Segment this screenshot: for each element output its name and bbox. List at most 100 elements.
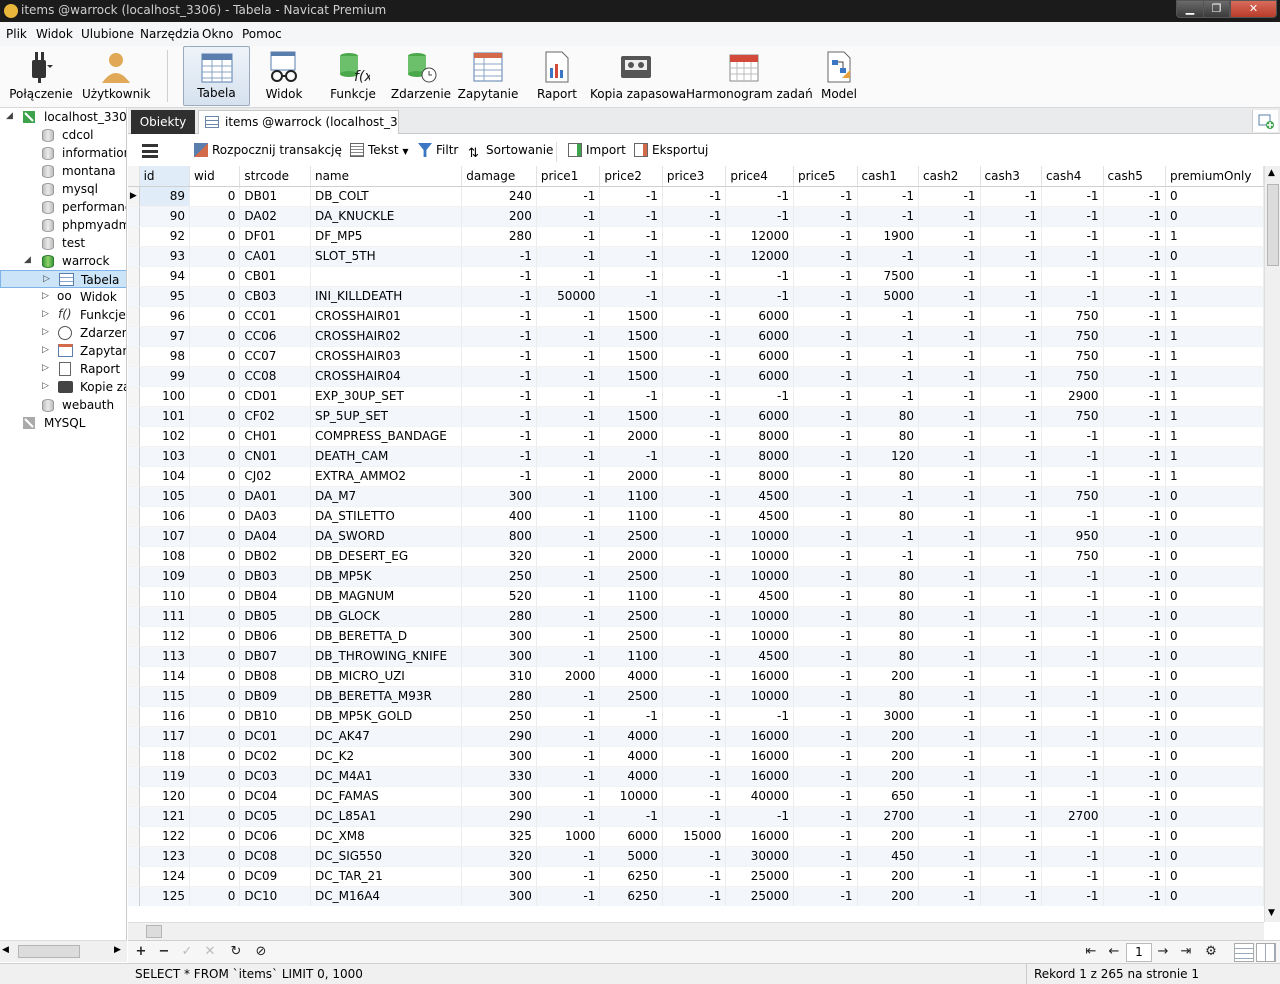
cell-cash1[interactable]: -1 — [857, 486, 919, 507]
cell-damage[interactable]: 300 — [461, 866, 537, 887]
cell-price4[interactable]: 10000 — [725, 526, 794, 547]
event-button[interactable]: Zdarzenie — [390, 46, 452, 106]
table-row[interactable]: 117 0 DC01 DC_AK47 290 -1 4000 -1 16000 -1 200 -1 -1… — [128, 726, 1264, 747]
tree-db-warrock[interactable]: ◢ warrock — [0, 252, 126, 270]
cell-price5[interactable]: -1 — [793, 766, 858, 787]
tree-db-mysql[interactable]: mysql — [0, 180, 126, 198]
cell-price5[interactable]: -1 — [793, 406, 858, 427]
cell-cash4[interactable]: -1 — [1041, 206, 1104, 227]
cell-cash3[interactable]: -1 — [980, 746, 1042, 767]
cell-id[interactable]: 116 — [139, 706, 190, 727]
cell-premiumOnly[interactable]: 0 — [1165, 886, 1264, 906]
column-header-name[interactable]: name — [310, 166, 463, 187]
cell-damage[interactable]: 310 — [461, 666, 537, 687]
cell-price3[interactable]: -1 — [662, 586, 727, 607]
cell-strcode[interactable]: DB06 — [239, 626, 311, 647]
cell-premiumOnly[interactable]: 0 — [1165, 186, 1264, 207]
cell-cash5[interactable]: -1 — [1103, 626, 1167, 647]
cell-cash3[interactable]: -1 — [980, 666, 1042, 687]
table-row[interactable]: 110 0 DB04 DB_MAGNUM 520 -1 1100 -1 4500 -1 80 -1 -1… — [128, 586, 1264, 607]
sort-button[interactable]: ⇅ Sortowanie — [468, 143, 553, 161]
grid-horizontal-scrollbar[interactable] — [128, 922, 1264, 940]
cell-strcode[interactable]: CC01 — [239, 306, 311, 327]
tree-queries[interactable]: ▷ Zapytani — [0, 342, 126, 360]
cell-price1[interactable]: 2000 — [536, 666, 601, 687]
table-row[interactable]: 118 0 DC02 DC_K2 300 -1 4000 -1 16000 -1 200 -1 -1 -1… — [128, 746, 1264, 767]
cell-strcode[interactable]: CC08 — [239, 366, 311, 387]
cell-cash2[interactable]: -1 — [918, 866, 981, 887]
cell-price2[interactable]: -1 — [599, 266, 663, 287]
cell-price4[interactable]: 4500 — [725, 486, 794, 507]
cell-damage[interactable]: -1 — [461, 466, 537, 487]
cell-price1[interactable]: -1 — [536, 646, 601, 667]
expand-arrow-icon[interactable]: ▷ — [42, 381, 49, 391]
cell-price2[interactable]: 2500 — [599, 566, 663, 587]
cell-price5[interactable]: -1 — [793, 466, 858, 487]
begin-transaction-button[interactable]: Rozpocznij transakcję — [194, 143, 342, 157]
cell-name[interactable]: CROSSHAIR03 — [310, 346, 463, 367]
cell-price4[interactable]: 8000 — [725, 446, 794, 467]
cell-price3[interactable]: -1 — [662, 366, 727, 387]
expand-arrow-icon[interactable]: ▷ — [42, 291, 49, 301]
cell-price3[interactable]: -1 — [662, 726, 727, 747]
cell-id[interactable]: 101 — [139, 406, 190, 427]
cell-damage[interactable]: 280 — [461, 606, 537, 627]
cell-wid[interactable]: 0 — [189, 706, 241, 727]
row-selector[interactable] — [128, 506, 140, 527]
cell-wid[interactable]: 0 — [189, 626, 241, 647]
cell-cash4[interactable]: -1 — [1041, 246, 1104, 267]
menu-view[interactable]: Widok — [36, 27, 73, 41]
cell-price3[interactable]: -1 — [662, 326, 727, 347]
cell-price1[interactable]: -1 — [536, 606, 601, 627]
cell-price3[interactable]: -1 — [662, 746, 727, 767]
cell-name[interactable]: DB_MP5K_GOLD — [310, 706, 463, 727]
cell-cash1[interactable]: 650 — [857, 786, 919, 807]
cell-cash2[interactable]: -1 — [918, 806, 981, 827]
cell-price5[interactable]: -1 — [793, 186, 858, 207]
cell-wid[interactable]: 0 — [189, 346, 241, 367]
cell-cash3[interactable]: -1 — [980, 726, 1042, 747]
cell-strcode[interactable]: DC09 — [239, 866, 311, 887]
cell-price1[interactable]: -1 — [536, 726, 601, 747]
cell-cash4[interactable]: -1 — [1041, 226, 1104, 247]
cell-price2[interactable]: 6000 — [599, 826, 663, 847]
cell-cash2[interactable]: -1 — [918, 466, 981, 487]
cell-id[interactable]: 97 — [139, 326, 190, 347]
cell-price2[interactable]: 1500 — [599, 306, 663, 327]
expand-arrow-icon[interactable]: ▷ — [42, 327, 49, 337]
cell-strcode[interactable]: DB05 — [239, 606, 311, 627]
cell-cash2[interactable]: -1 — [918, 506, 981, 527]
cell-price3[interactable]: -1 — [662, 386, 727, 407]
cell-price5[interactable]: -1 — [793, 366, 858, 387]
cell-price1[interactable]: -1 — [536, 746, 601, 767]
cell-price2[interactable]: 1500 — [599, 326, 663, 347]
cell-cash3[interactable]: -1 — [980, 686, 1042, 707]
cell-price5[interactable]: -1 — [793, 386, 858, 407]
scroll-right-icon[interactable]: ▶ — [114, 945, 121, 955]
cell-id[interactable]: 118 — [139, 746, 190, 767]
new-tab-button[interactable] — [1252, 110, 1278, 132]
cell-price4[interactable]: 6000 — [725, 306, 794, 327]
cell-price3[interactable]: -1 — [662, 266, 727, 287]
cell-price4[interactable]: 40000 — [725, 786, 794, 807]
table-row[interactable]: 109 0 DB03 DB_MP5K 250 -1 2500 -1 10000 -1 80 -1 -1-… — [128, 566, 1264, 587]
cell-premiumOnly[interactable]: 1 — [1165, 326, 1264, 347]
cell-cash4[interactable]: 750 — [1041, 366, 1104, 387]
cell-cash4[interactable]: -1 — [1041, 866, 1104, 887]
cell-cash4[interactable]: -1 — [1041, 586, 1104, 607]
cell-cash4[interactable]: -1 — [1041, 186, 1104, 207]
cell-damage[interactable]: 300 — [461, 626, 537, 647]
cell-id[interactable]: 105 — [139, 486, 190, 507]
cell-damage[interactable]: 240 — [461, 186, 537, 207]
cell-id[interactable]: 102 — [139, 426, 190, 447]
cell-strcode[interactable]: DC08 — [239, 846, 311, 867]
row-selector[interactable] — [128, 406, 140, 427]
cell-price5[interactable]: -1 — [793, 546, 858, 567]
cell-cash3[interactable]: -1 — [980, 286, 1042, 307]
table-row[interactable]: 104 0 CJ02 EXTRA_AMMO2 -1 -1 2000 -1 8000 -1 80 -1-… — [128, 466, 1264, 487]
table-row[interactable]: 97 0 CC06 CROSSHAIR02 -1 -1 1500 -1 6000 -1 -1 -1 -1… — [128, 326, 1264, 347]
cell-cash5[interactable]: -1 — [1103, 306, 1167, 327]
cell-price4[interactable]: 10000 — [725, 606, 794, 627]
cell-cash3[interactable]: -1 — [980, 846, 1042, 867]
cell-cash4[interactable]: -1 — [1041, 466, 1104, 487]
